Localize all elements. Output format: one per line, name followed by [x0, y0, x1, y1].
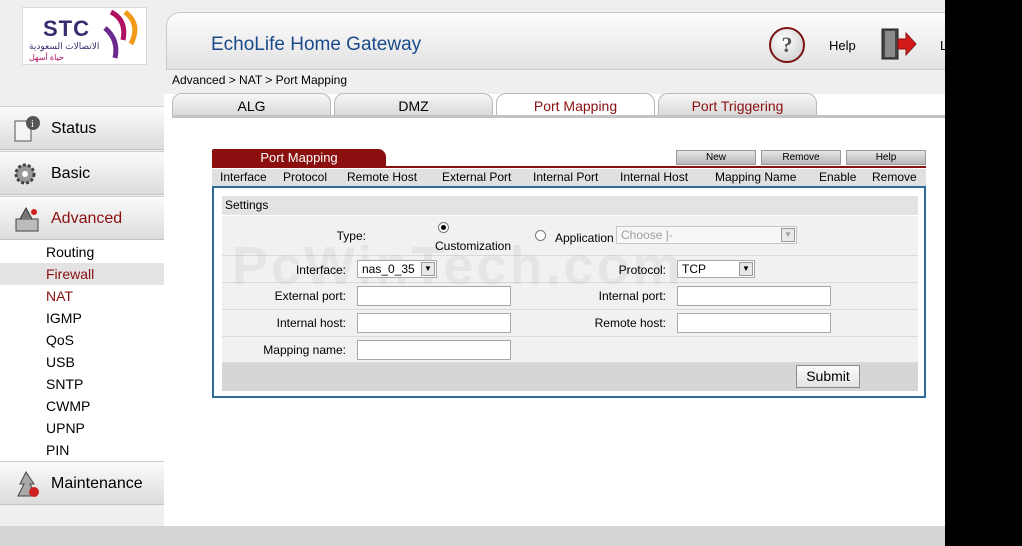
menu-basic[interactable]: Basic	[0, 151, 164, 195]
stc-logo: STC الاتصالات السعودية حياة أسهل	[22, 7, 147, 65]
external-port-input[interactable]	[357, 286, 511, 306]
protocol-select-value: TCP	[682, 262, 706, 276]
sidebar-item-sntp[interactable]: SNTP	[0, 373, 164, 395]
logo-tagline: حياة أسهل	[29, 53, 64, 62]
title-underline	[212, 166, 926, 168]
menu-status[interactable]: i Status	[0, 106, 164, 150]
port-mapping-title: Port Mapping	[212, 149, 386, 167]
col-enable: Enable	[819, 170, 857, 184]
type-label: Type:	[336, 229, 366, 243]
sidebar-item-routing[interactable]: Routing	[0, 241, 164, 263]
logo-brand: STC	[43, 16, 90, 41]
sidebar-item-pin[interactable]: PIN	[0, 439, 164, 461]
application-label: Application	[555, 231, 614, 245]
logo-swirl-icon	[103, 10, 138, 59]
chevron-down-icon: ▼	[421, 262, 435, 276]
sidebar-item-igmp[interactable]: IGMP	[0, 307, 164, 329]
application-radio[interactable]	[535, 230, 546, 241]
help-icon[interactable]: ?	[769, 27, 805, 63]
remote-host-label: Remote host:	[594, 316, 666, 330]
chevron-down-icon: ▼	[781, 228, 795, 242]
internal-port-input[interactable]	[677, 286, 831, 306]
mapping-name-label: Mapping name:	[263, 343, 346, 357]
customization-radio[interactable]	[438, 222, 449, 233]
sidebar-item-qos[interactable]: QoS	[0, 329, 164, 351]
table-help-button[interactable]: Help	[846, 150, 926, 165]
menu-advanced-label: Advanced	[51, 210, 123, 227]
internal-port-label: Internal port:	[598, 289, 666, 303]
interface-label: Interface:	[295, 263, 346, 277]
tab-alg[interactable]: ALG	[172, 93, 331, 116]
remove-button[interactable]: Remove	[761, 150, 841, 165]
sidebar-item-firewall[interactable]: Firewall	[0, 263, 164, 285]
submit-bar: Submit	[222, 363, 918, 391]
menu-status-label: Status	[51, 120, 97, 137]
internal-host-input[interactable]	[357, 313, 511, 333]
internal-host-label: Internal host:	[276, 316, 346, 330]
advanced-icon	[15, 206, 39, 232]
application-select-value: Choose |-	[621, 228, 673, 242]
protocol-select[interactable]: TCP ▼	[677, 260, 755, 278]
tab-dmz[interactable]: DMZ	[334, 93, 493, 116]
mapping-name-input[interactable]	[357, 340, 511, 360]
gear-icon	[14, 163, 36, 185]
sidebar-item-upnp[interactable]: UPNP	[0, 417, 164, 439]
external-port-label: External port:	[274, 289, 346, 303]
col-remove: Remove	[872, 170, 917, 184]
gateway-title: EchoLife Home Gateway	[211, 34, 422, 55]
bottom-bar	[0, 526, 945, 546]
maintenance-icon	[17, 471, 39, 497]
settings-panel: Settings PcWinTech.com Type: Customizati…	[212, 186, 926, 398]
router-admin-frame: STC الاتصالات السعودية حياة أسهل EchoLif…	[0, 0, 945, 546]
menu-maintenance[interactable]: Maintenance	[0, 461, 164, 505]
help-link[interactable]: Help	[829, 38, 856, 53]
application-select[interactable]: Choose |- ▼	[616, 226, 797, 244]
tab-divider	[172, 115, 945, 118]
menu-advanced[interactable]: Advanced	[0, 196, 164, 240]
col-protocol: Protocol	[283, 170, 328, 184]
menu-maintenance-label: Maintenance	[51, 475, 143, 492]
top-header: EchoLife Home Gateway ? Help L	[166, 12, 945, 70]
protocol-label: Protocol:	[618, 263, 666, 277]
tab-port-triggering[interactable]: Port Triggering	[658, 93, 817, 116]
sidebar-item-nat[interactable]: NAT	[0, 285, 164, 307]
chevron-down-icon: ▼	[739, 262, 753, 276]
col-mapping-name: Mapping Name	[715, 170, 797, 184]
col-internal-port: Internal Port	[533, 170, 599, 184]
logout-icon[interactable]	[880, 27, 918, 61]
col-internal-host: Internal Host	[620, 170, 689, 184]
col-external-port: External Port	[442, 170, 512, 184]
logo-arabic-name: الاتصالات السعودية	[29, 41, 100, 51]
sidebar-item-cwmp[interactable]: CWMP	[0, 395, 164, 417]
status-icon: i	[14, 116, 40, 142]
new-button[interactable]: New	[676, 150, 756, 165]
screen-edge	[945, 0, 1022, 546]
customization-label: Customization	[435, 239, 512, 253]
settings-header: Settings	[222, 196, 918, 215]
mapping-table-header: Interface Protocol Remote Host External …	[212, 169, 926, 186]
interface-select[interactable]: nas_0_35 ▼	[357, 260, 437, 278]
remote-host-input[interactable]	[677, 313, 831, 333]
menu-basic-label: Basic	[51, 165, 91, 182]
col-interface: Interface	[220, 170, 267, 184]
interface-select-value: nas_0_35	[362, 262, 415, 276]
breadcrumb: Advanced > NAT > Port Mapping	[172, 73, 347, 87]
submit-button[interactable]: Submit	[796, 365, 860, 388]
sidebar-item-usb[interactable]: USB	[0, 351, 164, 373]
col-remote-host: Remote Host	[347, 170, 418, 184]
svg-text:i: i	[31, 119, 34, 130]
